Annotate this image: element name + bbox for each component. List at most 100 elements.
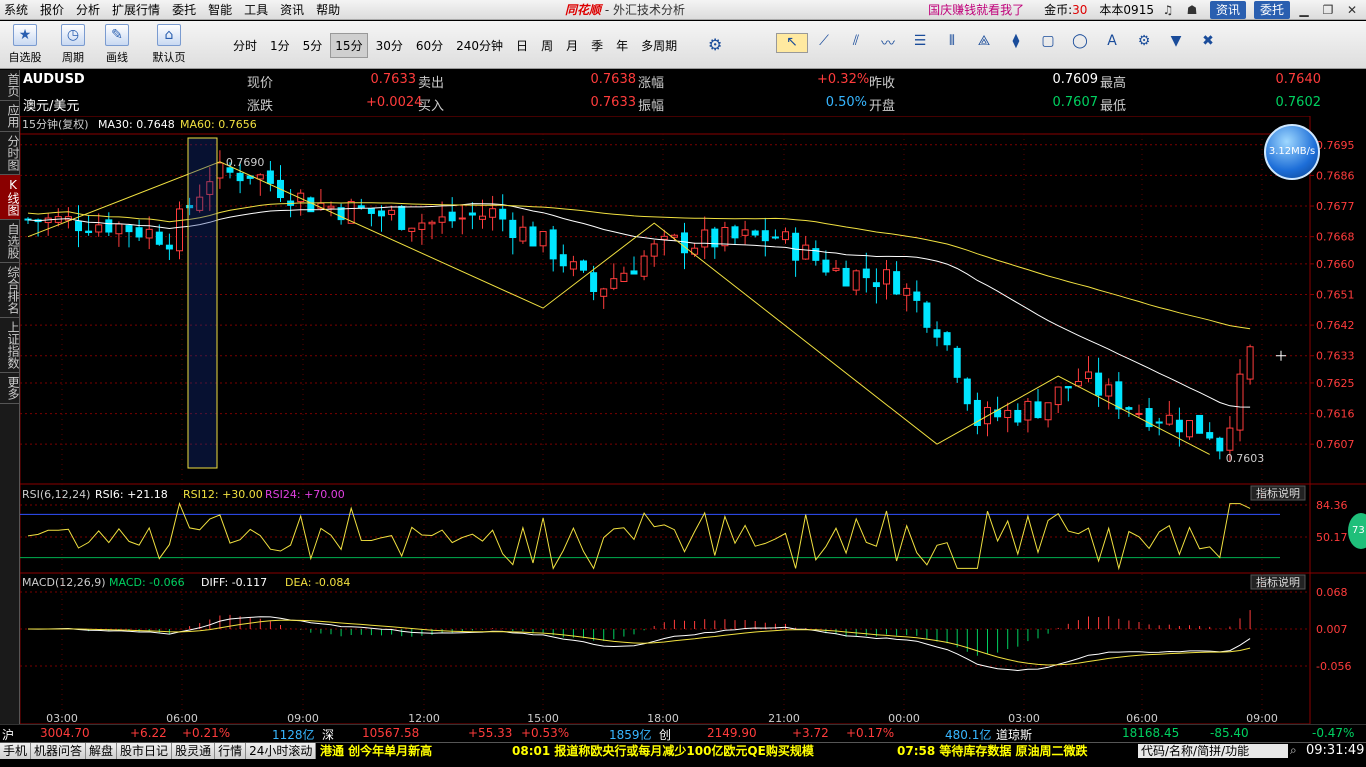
period-tab-2[interactable]: 5分	[298, 33, 328, 58]
text-tool-icon[interactable]: A	[1096, 33, 1128, 53]
search-icon[interactable]: ⌕	[1290, 743, 1297, 758]
pencil-button[interactable]: ✎ 画线	[98, 24, 136, 65]
sidebar-item-3[interactable]: K线图	[0, 175, 20, 220]
news-button[interactable]: 资讯	[1209, 1, 1246, 19]
vertical-lines-icon[interactable]: ⦀	[936, 33, 968, 53]
menu-6[interactable]: 工具	[244, 2, 268, 18]
fibonacci-icon[interactable]: ☰	[904, 33, 936, 53]
candle-body	[236, 172, 244, 182]
quote-label: 昨收	[869, 76, 896, 91]
quote-value: 0.7640	[1275, 72, 1322, 87]
kline-chart[interactable]: 15分钟(复权) MA30: 0.7648 MA60: 0.7656 RSI(6,12…	[20, 116, 1366, 724]
candle-body	[1236, 373, 1244, 431]
star-button[interactable]: ★ 自选股	[6, 24, 44, 65]
news-ticker-1[interactable]: 港通 创今年单月新高	[320, 743, 432, 759]
restore-icon[interactable]: ❐	[1318, 1, 1338, 19]
sidebar-item-6[interactable]: 上证指数	[0, 318, 20, 373]
cy-change: +3.72	[792, 726, 829, 740]
delete-icon[interactable]: ✖	[1192, 33, 1224, 53]
clock-button[interactable]: ◷ 周期	[54, 24, 92, 65]
macd-title: MACD(12,26,9)	[22, 576, 106, 589]
menu-8[interactable]: 帮助	[316, 2, 340, 18]
shirt-icon[interactable]: ☗	[1182, 1, 1202, 19]
menu-1[interactable]: 报价	[40, 2, 64, 18]
minimize-icon[interactable]: ▁	[1294, 1, 1314, 19]
news-ticker-3[interactable]: 07:58 等待库存数据 原油周二微跌	[897, 743, 1088, 759]
home-button[interactable]: ⌂ 默认页	[150, 24, 188, 65]
candle-body	[580, 260, 587, 271]
menu-7[interactable]: 资讯	[280, 2, 304, 18]
fan-icon[interactable]: ⟁	[968, 33, 1000, 53]
close-icon[interactable]: ✕	[1342, 1, 1362, 19]
candle-body	[1165, 414, 1173, 425]
menu-2[interactable]: 分析	[76, 2, 100, 18]
menu-3[interactable]: 扩展行情	[112, 2, 160, 18]
candle-body	[388, 209, 396, 215]
price-tick-label: 0.7651	[1316, 288, 1355, 301]
menu-4[interactable]: 委托	[172, 2, 196, 18]
period-tab-0[interactable]: 分时	[228, 33, 262, 58]
candle-body	[650, 243, 658, 257]
price-tick-label: 0.7625	[1316, 377, 1355, 390]
menu-0[interactable]: 系统	[4, 2, 28, 18]
rectangle-tool-icon[interactable]: ▢	[1032, 33, 1064, 53]
candle-body	[549, 229, 557, 260]
sidebar-item-2[interactable]: 分时图	[0, 132, 20, 175]
bottom-tab-5[interactable]: 行情	[215, 743, 247, 759]
indicator-help-macd: 指标说明	[1256, 575, 1300, 589]
period-tab-1[interactable]: 1分	[265, 33, 295, 58]
bottom-tab-2[interactable]: 解盘	[86, 743, 118, 759]
bottom-tab-1[interactable]: 机器问答	[31, 743, 87, 759]
period-tab-6[interactable]: 240分钟	[451, 33, 508, 58]
sidebar-item-7[interactable]: 更多	[0, 373, 20, 404]
period-settings-icon[interactable]: ⚙	[708, 35, 722, 54]
wave-tool-icon[interactable]: 〰	[872, 33, 904, 53]
coins-label: 金币:30	[1044, 1, 1087, 19]
news-ticker-2[interactable]: 08:01 报道称欧央行或每月减少100亿欧元QE购买规模	[512, 743, 814, 759]
ellipse-tool-icon[interactable]: ◯	[1064, 33, 1096, 53]
candle-body	[1054, 386, 1062, 406]
settings-icon[interactable]: ⚙	[1128, 33, 1160, 53]
candle-body	[640, 255, 648, 277]
period-tab-9[interactable]: 月	[561, 33, 583, 58]
period-tab-3[interactable]: 15分	[330, 33, 368, 58]
period-tab-12[interactable]: 多周期	[636, 33, 682, 58]
bottom-tab-4[interactable]: 股灵通	[172, 743, 216, 759]
candle-body	[266, 170, 274, 184]
channel-icon[interactable]: ⧫	[1000, 33, 1032, 53]
time-tick-label: 09:00	[1246, 712, 1278, 724]
app-title-text: - 外汇技术分析	[601, 3, 685, 17]
period-tab-10[interactable]: 季	[586, 33, 608, 58]
candle-body	[176, 208, 183, 252]
candle-body	[782, 231, 789, 241]
line-tool-icon[interactable]: ⟋	[808, 33, 840, 53]
dj-value: 18168.45	[1122, 726, 1180, 740]
search-input[interactable]: 代码/名称/简拼/功能	[1138, 744, 1288, 758]
sidebar-item-5[interactable]: 综合排名	[0, 263, 20, 318]
period-tab-8[interactable]: 周	[536, 33, 558, 58]
bookmark-icon[interactable]: ▼	[1160, 33, 1192, 53]
sidebar-item-1[interactable]: 应用	[0, 101, 20, 132]
candle-body	[468, 212, 476, 216]
clock-icon: ◷	[61, 24, 85, 46]
bell-icon[interactable]: ♫	[1158, 1, 1178, 19]
bottom-tab-6[interactable]: 24小时滚动	[246, 743, 317, 759]
bottom-tab-0[interactable]: 手机	[0, 743, 32, 759]
bottom-tab-3[interactable]: 股市日记	[117, 743, 173, 759]
sidebar-item-4[interactable]: 自选股	[0, 220, 20, 263]
period-tab-7[interactable]: 日	[511, 33, 533, 58]
promo-link[interactable]: 国庆赚钱就看我了	[928, 1, 1024, 19]
cy-value: 2149.90	[707, 726, 757, 740]
trade-button[interactable]: 委托	[1253, 1, 1290, 19]
candle-body	[943, 332, 951, 346]
period-tab-4[interactable]: 30分	[371, 33, 408, 58]
parallel-lines-icon[interactable]: ⫽	[840, 33, 872, 53]
period-tab-11[interactable]: 年	[611, 33, 633, 58]
menu-5[interactable]: 智能	[208, 2, 232, 18]
macd-tick-label: 0.007	[1316, 623, 1348, 636]
rsi6-line	[27, 502, 1251, 571]
cursor-icon[interactable]: ↖	[776, 33, 808, 53]
quote-value: 0.7602	[1275, 95, 1322, 110]
period-tab-5[interactable]: 60分	[411, 33, 448, 58]
sidebar-item-0[interactable]: 首页	[0, 70, 20, 101]
